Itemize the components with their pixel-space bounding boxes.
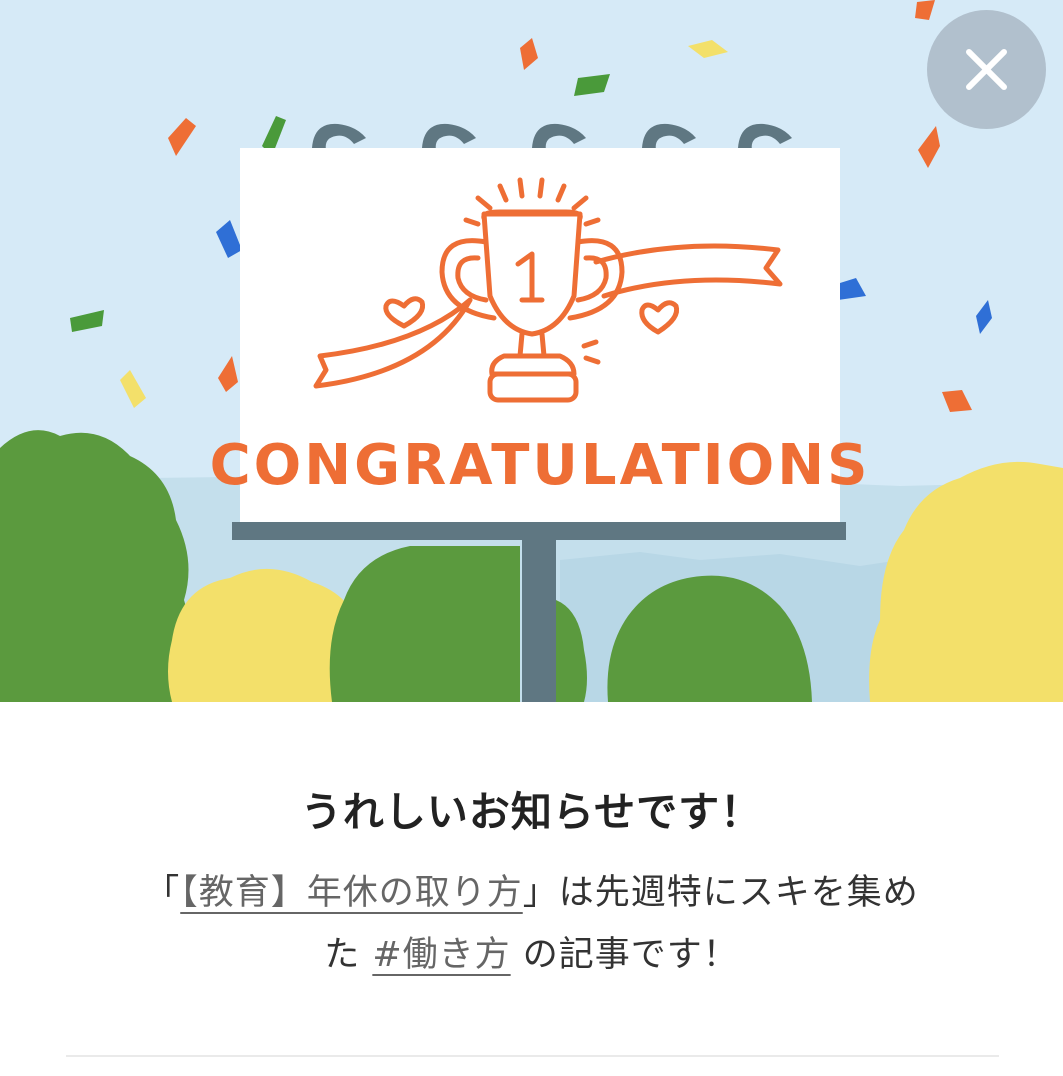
- notice-description: 「【教育】年休の取り方」は先週特にスキを集めた #働き方 の記事です！: [100, 862, 963, 986]
- notice-title: うれしいお知らせです！: [300, 788, 763, 836]
- description-text-2: た: [324, 935, 373, 975]
- article-link[interactable]: 【教育】年休の取り方: [180, 873, 523, 913]
- close-button[interactable]: [927, 10, 1046, 129]
- open-quote: 「: [144, 873, 181, 913]
- congratulations-modal: CONGRATULATIONS うれしいお知らせです！ 「【教育】年休の取り方」…: [0, 0, 1063, 1076]
- description-text-3: の記事です！: [510, 935, 739, 975]
- close-icon: [966, 49, 1007, 90]
- billboard-illustration: CONGRATULATIONS: [0, 0, 1063, 702]
- notice-content: うれしいお知らせです！ 「【教育】年休の取り方」は先週特にスキを集めた #働き方…: [0, 702, 1063, 1076]
- congratulations-banner: CONGRATULATIONS: [0, 0, 1063, 702]
- hashtag-link[interactable]: #働き方: [372, 935, 510, 975]
- divider: [66, 1055, 999, 1057]
- congratulations-text: CONGRATULATIONS: [210, 433, 871, 498]
- description-text: 」は先週特にスキを集め: [522, 873, 919, 913]
